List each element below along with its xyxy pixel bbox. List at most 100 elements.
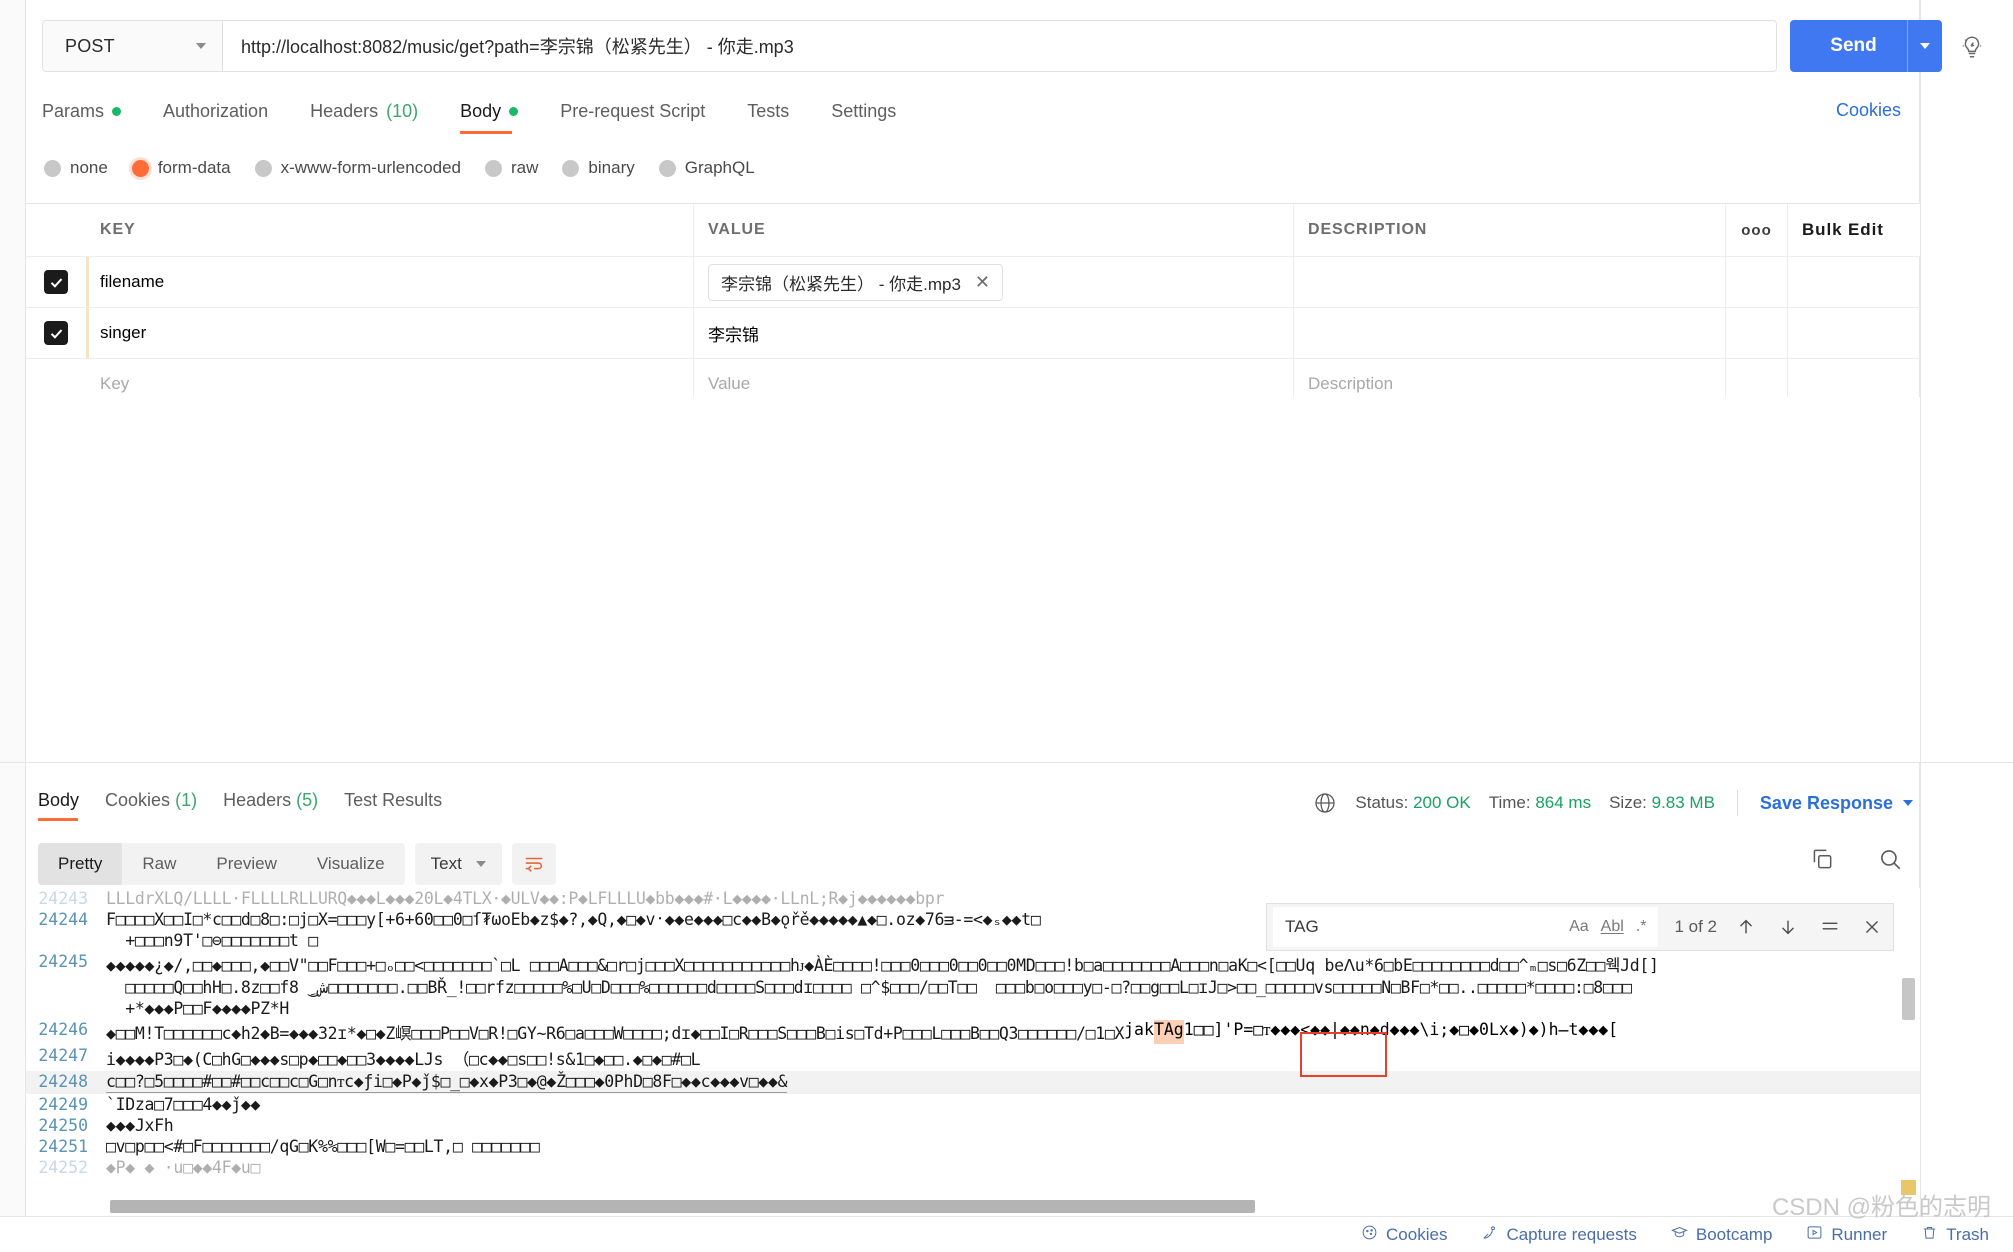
view-mode-pretty[interactable]: Pretty bbox=[38, 843, 123, 885]
request-tab-headers[interactable]: Headers (10) bbox=[310, 95, 440, 122]
code-line[interactable]: 24245 ◆◆◆◆◆¿◆/,□□◆□□□,◆□□V"□□F□□□+□ₒ□□<□□… bbox=[26, 951, 1920, 977]
bottom-bar-cookies[interactable]: Cookies bbox=[1361, 1224, 1447, 1246]
key-cell[interactable]: singer bbox=[86, 308, 694, 358]
send-button[interactable]: Send bbox=[1790, 20, 1942, 72]
wrap-lines-button[interactable] bbox=[511, 843, 556, 885]
body-type-label: x-www-form-urlencoded bbox=[280, 158, 462, 177]
copy-icon[interactable] bbox=[1809, 846, 1835, 872]
find-close-icon[interactable] bbox=[1861, 916, 1883, 938]
find-next-icon[interactable] bbox=[1777, 916, 1799, 938]
send-options-chevron[interactable] bbox=[1908, 43, 1942, 49]
code-line[interactable]: 24246 ◆□□M!T□□□□□□c◆h2◆B=◆◆◆32ɪ*◆□◆Z㟰□□□P… bbox=[26, 1019, 1920, 1045]
line-text: +□□□n9T'□⊖□□□□□□□t □ bbox=[106, 931, 318, 950]
bottom-bar-capture-requests[interactable]: Capture requests bbox=[1481, 1224, 1637, 1246]
code-line[interactable]: □□□□□Q□□hH□.8z□□f8 ‿ِش□□□□□□□.□□BŘ_!□□rf… bbox=[26, 977, 1920, 998]
view-mode-raw[interactable]: Raw bbox=[122, 843, 196, 885]
line-text: `IDza□7□□□4◆◆ǰ◆◆ bbox=[106, 1095, 261, 1114]
response-format-select[interactable]: Text bbox=[414, 843, 502, 885]
body-type-form-data[interactable]: form-data bbox=[131, 158, 231, 178]
response-tab-cookies[interactable]: Cookies (1) bbox=[105, 790, 197, 821]
file-chip: 李宗锦（松紧先生） - 你走.mp3 ✕ bbox=[708, 263, 1003, 301]
request-tab-settings[interactable]: Settings bbox=[831, 95, 918, 122]
find-match-count: 1 of 2 bbox=[1674, 917, 1717, 936]
response-tab-test-results[interactable]: Test Results bbox=[344, 790, 442, 821]
line-text: F□□□□X□□I□*c□□d□8□:□j□X=□□□y[+6+60□□0□ſ₮… bbox=[106, 910, 1041, 929]
request-cookies-link[interactable]: Cookies bbox=[1836, 100, 1901, 121]
request-tab-body[interactable]: Body bbox=[460, 95, 540, 134]
match-case-toggle[interactable]: Aa bbox=[1569, 918, 1589, 936]
request-tab-params[interactable]: Params bbox=[42, 95, 143, 122]
response-tab-body[interactable]: Body bbox=[38, 790, 79, 821]
value-cell[interactable]: 李宗锦 bbox=[694, 308, 1294, 358]
response-tab-label: Headers bbox=[223, 790, 292, 810]
time-value: 864 ms bbox=[1535, 793, 1592, 812]
save-response-button[interactable]: Save Response bbox=[1760, 793, 1913, 814]
find-list-icon[interactable] bbox=[1819, 916, 1841, 938]
request-tab-pre-request-script[interactable]: Pre-request Script bbox=[560, 95, 727, 122]
code-line[interactable]: 24248 c□□?□5□□□□#□□#□□c□□c□G□nᴛc◆ƒi□◆P◆ǰ$… bbox=[26, 1071, 1920, 1094]
row-options[interactable] bbox=[1726, 257, 1788, 307]
table-options-button[interactable]: ooo bbox=[1726, 204, 1788, 256]
row-checkbox[interactable] bbox=[44, 372, 68, 396]
bottom-bar-trash[interactable]: Trash bbox=[1921, 1224, 1989, 1246]
body-type-none[interactable]: none bbox=[44, 158, 108, 178]
code-line[interactable]: +*◆◆◆P□□F◆◆◆◆PZ*H bbox=[26, 998, 1920, 1019]
request-tab-tests[interactable]: Tests bbox=[747, 95, 811, 122]
horizontal-scrollbar[interactable] bbox=[110, 1200, 1255, 1213]
bulk-edit-button[interactable]: Bulk Edit bbox=[1788, 204, 1920, 256]
match-word-toggle[interactable]: Abl bbox=[1601, 918, 1624, 936]
find-options: Aa Abl .* bbox=[1569, 918, 1646, 936]
right-sidebar-rail bbox=[1920, 0, 2013, 1252]
view-mode-preview[interactable]: Preview bbox=[196, 843, 296, 885]
view-mode-visualize[interactable]: Visualize bbox=[297, 843, 405, 885]
code-line[interactable]: 24252 ◆P◆ ◆ ·u□◆◆4F◆u□ bbox=[26, 1157, 1920, 1178]
bulb-icon[interactable] bbox=[1955, 30, 1989, 64]
bottom-bar-runner[interactable]: Runner bbox=[1806, 1224, 1887, 1246]
table-row[interactable]: filename 李宗锦（松紧先生） - 你走.mp3 ✕ bbox=[26, 257, 1920, 308]
body-type-binary[interactable]: binary bbox=[562, 158, 635, 178]
line-text: +*◆◆◆P□□F◆◆◆◆PZ*H bbox=[106, 999, 290, 1018]
line-text: ◆□□M!T□□□□□□c◆h2◆B=◆◆◆32ɪ*◆□◆Z㟰□□□P□□V□R… bbox=[106, 1024, 1125, 1043]
check-cell bbox=[26, 308, 86, 358]
trash-icon bbox=[1921, 1224, 1938, 1246]
table-row[interactable]: singer 李宗锦 bbox=[26, 308, 1920, 359]
description-cell[interactable] bbox=[1294, 308, 1726, 358]
status-value: 200 OK bbox=[1413, 793, 1471, 812]
row-checkbox[interactable] bbox=[44, 270, 68, 294]
play-icon bbox=[1806, 1224, 1823, 1246]
regex-toggle[interactable]: .* bbox=[1636, 918, 1647, 936]
response-tab-headers[interactable]: Headers (5) bbox=[223, 790, 318, 821]
code-line[interactable]: 24251 □v□p□□<#□F□□□□□□□/qG□K%%□□□[W□=□□LT… bbox=[26, 1136, 1920, 1157]
body-type-x-www-form-urlencoded[interactable]: x-www-form-urlencoded bbox=[254, 158, 462, 178]
body-type-GraphQL[interactable]: GraphQL bbox=[658, 158, 755, 178]
bottom-bar-label: Cookies bbox=[1386, 1224, 1448, 1244]
form-data-empty-area bbox=[26, 397, 1920, 762]
value-cell[interactable]: 李宗锦（松紧先生） - 你走.mp3 ✕ bbox=[694, 257, 1294, 307]
row-options[interactable] bbox=[1726, 308, 1788, 358]
request-tab-label: Body bbox=[460, 101, 502, 121]
http-method-select[interactable]: POST bbox=[43, 21, 223, 71]
vertical-scrollbar[interactable] bbox=[1902, 978, 1915, 1020]
body-type-raw[interactable]: raw bbox=[485, 158, 538, 178]
body-type-label: none bbox=[70, 158, 108, 177]
size-value: 9.83 MB bbox=[1651, 793, 1715, 812]
code-line[interactable]: 24249 `IDza□7□□□4◆◆ǰ◆◆ bbox=[26, 1094, 1920, 1115]
url-input[interactable]: http://localhost:8082/music/get?path=李宗锦… bbox=[223, 21, 1776, 71]
chevron-down-icon bbox=[196, 43, 206, 49]
row-checkbox[interactable] bbox=[44, 321, 68, 345]
line-text: ◆◆◆◆◆¿◆/,□□◆□□□,◆□□V"□□F□□□+□ₒ□□<□□□□□□□… bbox=[106, 956, 1659, 975]
code-line[interactable]: 24250 ◆◆◆JxFh bbox=[26, 1115, 1920, 1136]
find-previous-icon[interactable] bbox=[1735, 916, 1757, 938]
save-response-label: Save Response bbox=[1759, 792, 1893, 813]
bottom-bar-bootcamp[interactable]: Bootcamp bbox=[1670, 1224, 1772, 1246]
description-cell[interactable] bbox=[1294, 257, 1726, 307]
key-cell[interactable]: filename bbox=[86, 257, 694, 307]
find-input[interactable]: TAG Aa Abl .* bbox=[1273, 907, 1659, 947]
remove-file-icon[interactable]: ✕ bbox=[975, 273, 990, 291]
left-rail bbox=[0, 0, 26, 1252]
search-icon[interactable] bbox=[1877, 846, 1903, 872]
code-line[interactable]: 24247 i◆◆◆◆P3□◆(C□hG□◆◆◆s□p◆□□◆□□3◆◆◆◆LJs… bbox=[26, 1045, 1920, 1071]
request-tab-authorization[interactable]: Authorization bbox=[163, 95, 290, 122]
find-query-text: TAG bbox=[1285, 917, 1319, 936]
response-actions bbox=[1809, 846, 1903, 872]
